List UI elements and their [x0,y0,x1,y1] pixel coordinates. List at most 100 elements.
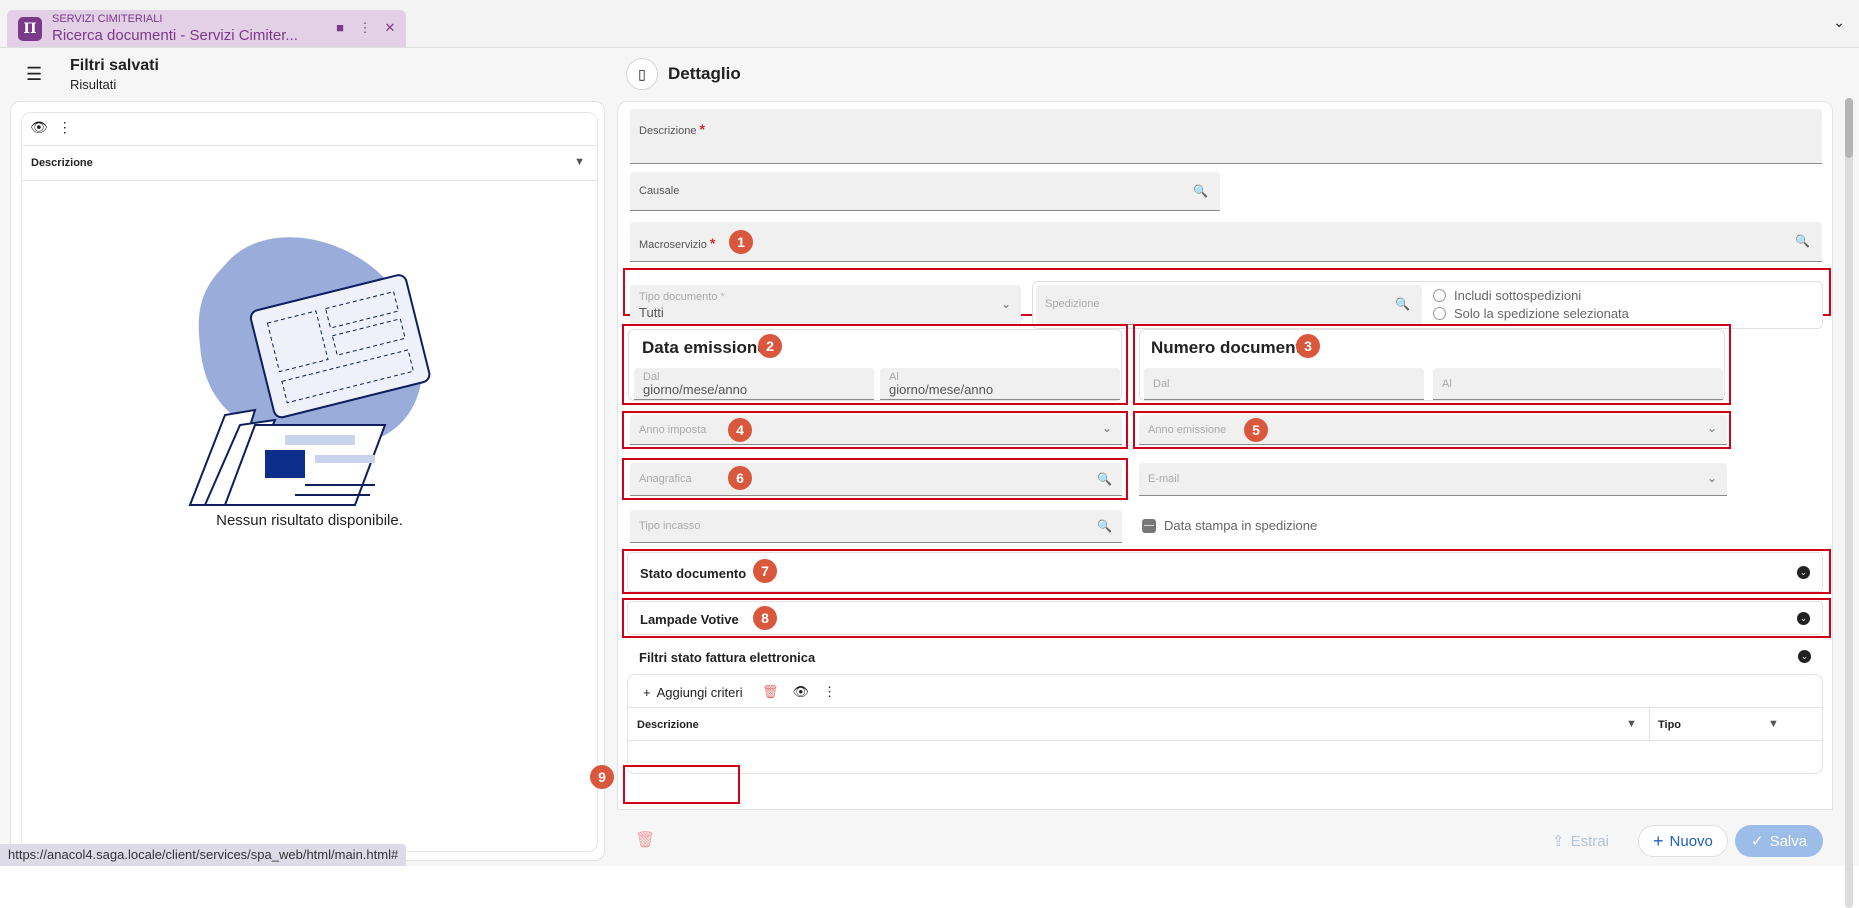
badge: 9 [590,765,614,789]
results-grid: 👁 ⋮ Descrizione ▼ [21,112,598,852]
nuovo-button[interactable]: + Nuovo [1638,825,1728,857]
numero-dal-label: Dal [1153,378,1170,390]
chevron-down-icon[interactable]: ⌄ [1102,421,1112,435]
data-stampa-checkbox[interactable]: —Data stampa in spedizione [1142,518,1317,533]
delete-icon[interactable]: 🗑 [635,830,655,850]
salva-button[interactable]: ✓ Salva [1735,825,1823,857]
criteria-header: Descrizione ▼ Tipo ▼ [628,707,1822,741]
filter-icon[interactable]: ▼ [1626,718,1637,730]
badge: 8 [753,606,777,630]
main-area: ☰ Filtri salvati Risultati 👁 ⋮ Descrizio… [0,48,1859,866]
macroservizio-field[interactable]: Macroservizio * 🔍 [630,222,1822,262]
more-vert-icon[interactable]: ⋮ [823,684,836,700]
panel-toggle-icon[interactable]: ▯ [626,58,658,90]
saved-filters-panel: 👁 ⋮ Descrizione ▼ [10,101,605,861]
trash-icon[interactable]: 🗑 [762,684,779,700]
more-vert-icon[interactable]: ⋮ [58,119,72,136]
badge: 2 [758,334,782,358]
radio-solo[interactable]: Solo la spedizione selezionata [1433,306,1629,321]
accordion-lampade-votive[interactable]: Lampade Votive ⌄ [627,601,1823,635]
scrollbar[interactable] [1845,98,1853,908]
search-icon[interactable]: 🔍 [1097,472,1112,486]
left-title: Filtri salvati [70,58,159,74]
app-tab-title: Ricerca documenti - Servizi Cimiter... [52,28,298,43]
criteria-grid: + Aggiungi criteri 🗑 👁 ⋮ Descrizione ▼ T… [627,674,1823,774]
badge: 7 [753,559,777,583]
app-tab-subtitle: SERVIZI CIMITERIALI [52,14,298,25]
numero-dal-field[interactable]: Dal [1144,368,1424,400]
estrai-button[interactable]: ⇪ Estrai [1552,825,1609,857]
list-icon[interactable]: ☰ [26,64,50,85]
chevron-down-icon[interactable]: ⌄ [1707,421,1717,435]
chevron-down-icon[interactable]: ⌄ [1833,14,1845,31]
accordion-stato-documento[interactable]: Stato documento ⌄ [627,552,1823,592]
eye-icon[interactable]: 👁 [30,119,48,136]
tipo-incasso-field[interactable]: Tipo incasso 🔍 [630,510,1122,543]
radio-includi[interactable]: Includi sottospedizioni [1433,288,1581,303]
expand-icon[interactable]: ⌄ [1797,612,1810,625]
tipo-documento-select[interactable]: Tipo documento * Tutti ⌄ [630,285,1021,325]
bookmark-icon[interactable]: ■ [332,20,348,35]
salva-label: Salva [1770,833,1808,850]
column-header[interactable]: Descrizione ▼ [22,145,597,181]
add-criteria-button[interactable]: + Aggiungi criteri [637,678,749,706]
descrizione-field[interactable]: Descrizione * [630,109,1822,164]
export-icon: ⇪ [1552,832,1565,850]
search-icon[interactable]: 🔍 [1395,297,1410,311]
column-tipo[interactable]: Tipo [1658,719,1681,731]
badge: 4 [728,418,752,442]
radio-solo-label: Solo la spedizione selezionata [1454,306,1629,321]
data-dal-field[interactable]: Dal giorno/mese/anno [634,368,874,400]
plus-icon: + [643,685,651,700]
expand-icon[interactable]: ⌄ [1797,566,1810,579]
anno-emissione-label: Anno emissione [1148,424,1226,436]
status-url: https://anacol4.saga.locale/client/servi… [0,844,406,866]
anagrafica-field[interactable]: Anagrafica 🔍 [630,463,1122,496]
anno-emissione-select[interactable]: Anno emissione ⌄ [1139,415,1727,445]
search-icon[interactable]: 🔍 [1193,184,1208,198]
email-select[interactable]: E-mail ⌄ [1139,463,1727,496]
numero-al-label: Al [1442,378,1452,390]
tipo-incasso-label: Tipo incasso [639,520,700,532]
filter-icon[interactable]: ▼ [1768,718,1779,730]
causale-label: Causale [639,185,679,197]
footer-bar: 🗑 ⇪ Estrai + Nuovo ✓ Salva [617,809,1833,866]
causale-field[interactable]: Causale 🔍 [630,172,1220,211]
right-title: Dettaglio [668,64,741,84]
app-tab[interactable]: Π SERVIZI CIMITERIALI Ricerca documenti … [7,10,406,47]
numero-al-field[interactable]: Al [1433,368,1723,400]
accordion-title: Filtri stato fattura elettronica [639,650,815,665]
anagrafica-label: Anagrafica [639,473,692,485]
plus-icon: + [1653,831,1664,852]
numero-documento-title: Numero documento [1151,338,1312,358]
spedizione-field[interactable]: Spedizione 🔍 [1036,285,1422,325]
anno-imposta-select[interactable]: Anno imposta ⌄ [630,415,1122,445]
more-vert-icon[interactable]: ⋮ [357,20,373,36]
check-icon: ✓ [1751,832,1764,850]
filter-icon[interactable]: ▼ [574,156,585,168]
radio-includi-label: Includi sottospedizioni [1454,288,1581,303]
eye-icon[interactable]: 👁 [793,684,810,700]
accordion-fattura-elettronica[interactable]: Filtri stato fattura elettronica ⌄ [627,640,1823,674]
data-dal-placeholder: giorno/mese/anno [643,382,747,397]
chevron-down-icon[interactable]: ⌄ [1707,471,1717,485]
empty-message: Nessun risultato disponibile. [22,512,597,529]
data-al-field[interactable]: Al giorno/mese/anno [880,368,1120,400]
accordion-title: Lampade Votive [640,612,739,627]
chevron-down-icon[interactable]: ⌄ [1001,297,1011,311]
spedizione-label: Spedizione [1045,298,1099,310]
badge: 3 [1296,334,1320,358]
data-al-placeholder: giorno/mese/anno [889,382,993,397]
right-header: ▯ Dettaglio [626,58,741,90]
close-icon[interactable]: ✕ [382,20,398,36]
column-descrizione[interactable]: Descrizione [637,719,699,731]
badge: 1 [729,230,753,254]
search-icon[interactable]: 🔍 [1795,234,1810,248]
left-header: ☰ Filtri salvati Risultati [26,58,159,91]
estrai-label: Estrai [1571,833,1609,850]
search-icon[interactable]: 🔍 [1097,519,1112,533]
empty-illustration [185,225,455,520]
data-emissione-title: Data emissione [642,338,767,358]
badge: 5 [1244,418,1268,442]
expand-icon[interactable]: ⌄ [1798,650,1811,663]
